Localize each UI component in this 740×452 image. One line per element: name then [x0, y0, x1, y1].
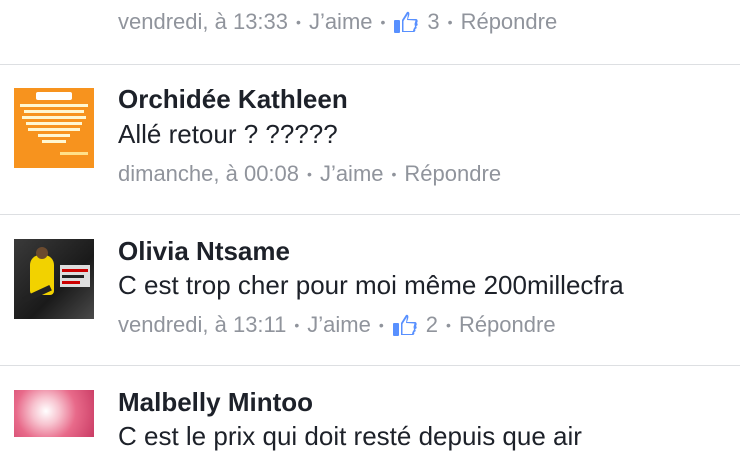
comment-time[interactable]: vendredi, à 13:11 [118, 312, 286, 338]
like-thumb-icon [394, 11, 419, 33]
like-count: 2 [425, 312, 439, 337]
reply-link[interactable]: Répondre [404, 161, 501, 187]
divider [0, 214, 740, 215]
commenter-name[interactable]: Orchidée Kathleen [118, 84, 348, 115]
separator-dot: • [307, 166, 312, 182]
comment-meta: vendredi, à 13:33 • J’aime • 3 • Répondr… [118, 9, 557, 35]
like-link[interactable]: J’aime [309, 9, 373, 35]
separator-dot: • [447, 14, 453, 30]
commenter-name[interactable]: Malbelly Mintoo [118, 387, 313, 418]
like-link[interactable]: J’aime [307, 312, 371, 338]
comment-time[interactable]: dimanche, à 00:08 [118, 161, 299, 187]
comment-text: C est trop cher pour moi même 200millecf… [118, 270, 624, 300]
divider [0, 64, 740, 65]
separator-dot: • [378, 317, 384, 333]
avatar[interactable] [14, 239, 94, 319]
separator-dot: • [446, 317, 451, 333]
like-count: 3 [427, 9, 440, 34]
reply-link[interactable]: Répondre [461, 9, 558, 35]
separator-dot: • [391, 166, 397, 182]
separator-dot: • [380, 14, 386, 30]
comment-meta: dimanche, à 00:08 • J’aime • Répondre [118, 161, 501, 187]
divider [0, 365, 740, 366]
reply-link[interactable]: Répondre [459, 312, 556, 338]
like-link[interactable]: J’aime [320, 161, 384, 187]
comment-text: Allé retour ? ????? [118, 119, 338, 149]
comment-time[interactable]: vendredi, à 13:33 [118, 9, 288, 35]
separator-dot: • [296, 14, 301, 30]
separator-dot: • [294, 317, 300, 333]
comment-meta: vendredi, à 13:11 • J’aime • 2 • Répondr… [118, 312, 556, 338]
avatar[interactable] [14, 88, 94, 168]
avatar[interactable] [14, 390, 94, 437]
like-thumb-icon [392, 314, 417, 336]
commenter-name[interactable]: Olivia Ntsame [118, 236, 290, 267]
